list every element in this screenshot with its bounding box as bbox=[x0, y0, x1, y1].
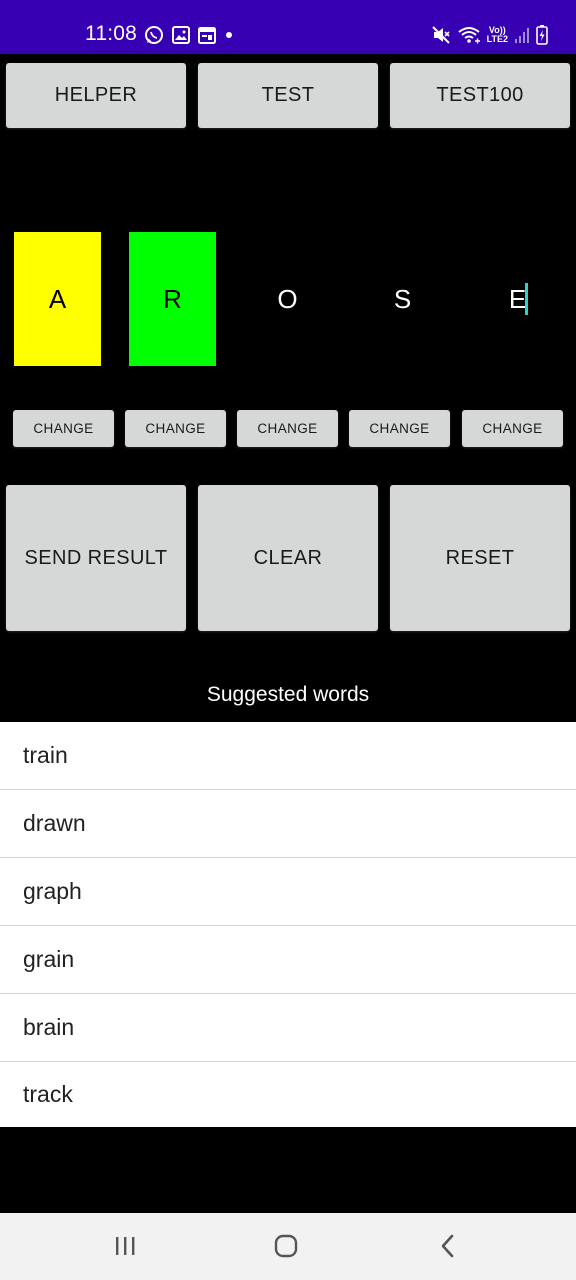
list-item[interactable]: brain bbox=[0, 994, 576, 1062]
change-button-5[interactable]: CHANGE bbox=[462, 410, 563, 447]
back-button[interactable] bbox=[428, 1233, 468, 1263]
notification-icons bbox=[144, 24, 234, 46]
text-cursor bbox=[525, 283, 529, 315]
recent-apps-button[interactable] bbox=[105, 1233, 145, 1263]
change-button-3[interactable]: CHANGE bbox=[237, 410, 338, 447]
letter-tile-5-letter: E bbox=[508, 283, 527, 314]
calendar-icon bbox=[198, 26, 216, 44]
change-button-2[interactable]: CHANGE bbox=[125, 410, 226, 447]
clear-button[interactable]: CLEAR bbox=[198, 485, 378, 631]
letter-tile-5[interactable]: E bbox=[475, 232, 562, 366]
list-item[interactable]: track bbox=[0, 1062, 576, 1127]
navigation-bar bbox=[0, 1213, 576, 1280]
app-screen: 11:08 Vo)) LTE2 HELPER TEST TEST100 A R … bbox=[0, 0, 576, 1280]
wifi-calling-icon bbox=[457, 25, 481, 45]
battery-charging-icon bbox=[536, 25, 548, 45]
letter-tile-1-letter: A bbox=[48, 283, 67, 314]
letter-tile-2[interactable]: R bbox=[129, 232, 216, 366]
signal-icon bbox=[514, 26, 530, 44]
lte-label: LTE2 bbox=[486, 34, 508, 44]
dot-icon bbox=[224, 30, 234, 40]
letter-tile-4[interactable]: S bbox=[359, 232, 446, 366]
change-button-4[interactable]: CHANGE bbox=[349, 410, 450, 447]
list-item[interactable]: drawn bbox=[0, 790, 576, 858]
whatsapp-icon bbox=[144, 25, 164, 45]
status-time: 11:08 bbox=[85, 22, 137, 45]
letter-tile-3-letter: O bbox=[277, 283, 298, 314]
suggested-words-list: train drawn graph grain brain track bbox=[0, 722, 576, 1127]
home-icon bbox=[273, 1233, 299, 1264]
back-icon bbox=[438, 1234, 458, 1263]
list-item[interactable]: train bbox=[0, 722, 576, 790]
change-button-1[interactable]: CHANGE bbox=[13, 410, 114, 447]
reset-button[interactable]: RESET bbox=[390, 485, 570, 631]
home-button[interactable] bbox=[266, 1233, 306, 1263]
system-icons: Vo)) LTE2 bbox=[431, 23, 548, 47]
list-item[interactable]: grain bbox=[0, 926, 576, 994]
suggested-words-title: Suggested words bbox=[206, 683, 370, 706]
list-item[interactable]: graph bbox=[0, 858, 576, 926]
recent-apps-icon bbox=[113, 1235, 137, 1262]
test-button[interactable]: TEST bbox=[198, 63, 378, 128]
volte-icon: Vo)) LTE2 bbox=[487, 26, 508, 44]
helper-button[interactable]: HELPER bbox=[6, 63, 186, 128]
status-bar: 11:08 Vo)) LTE2 bbox=[0, 0, 576, 54]
test100-button[interactable]: TEST100 bbox=[390, 63, 570, 128]
letter-tile-3[interactable]: O bbox=[244, 232, 331, 366]
mute-icon bbox=[431, 25, 451, 45]
letter-tile-1[interactable]: A bbox=[14, 232, 101, 366]
image-icon bbox=[172, 26, 190, 44]
send-result-button[interactable]: SEND RESULT bbox=[6, 485, 186, 631]
letter-tile-2-letter: R bbox=[163, 283, 182, 314]
letter-tile-4-letter: S bbox=[393, 283, 412, 314]
